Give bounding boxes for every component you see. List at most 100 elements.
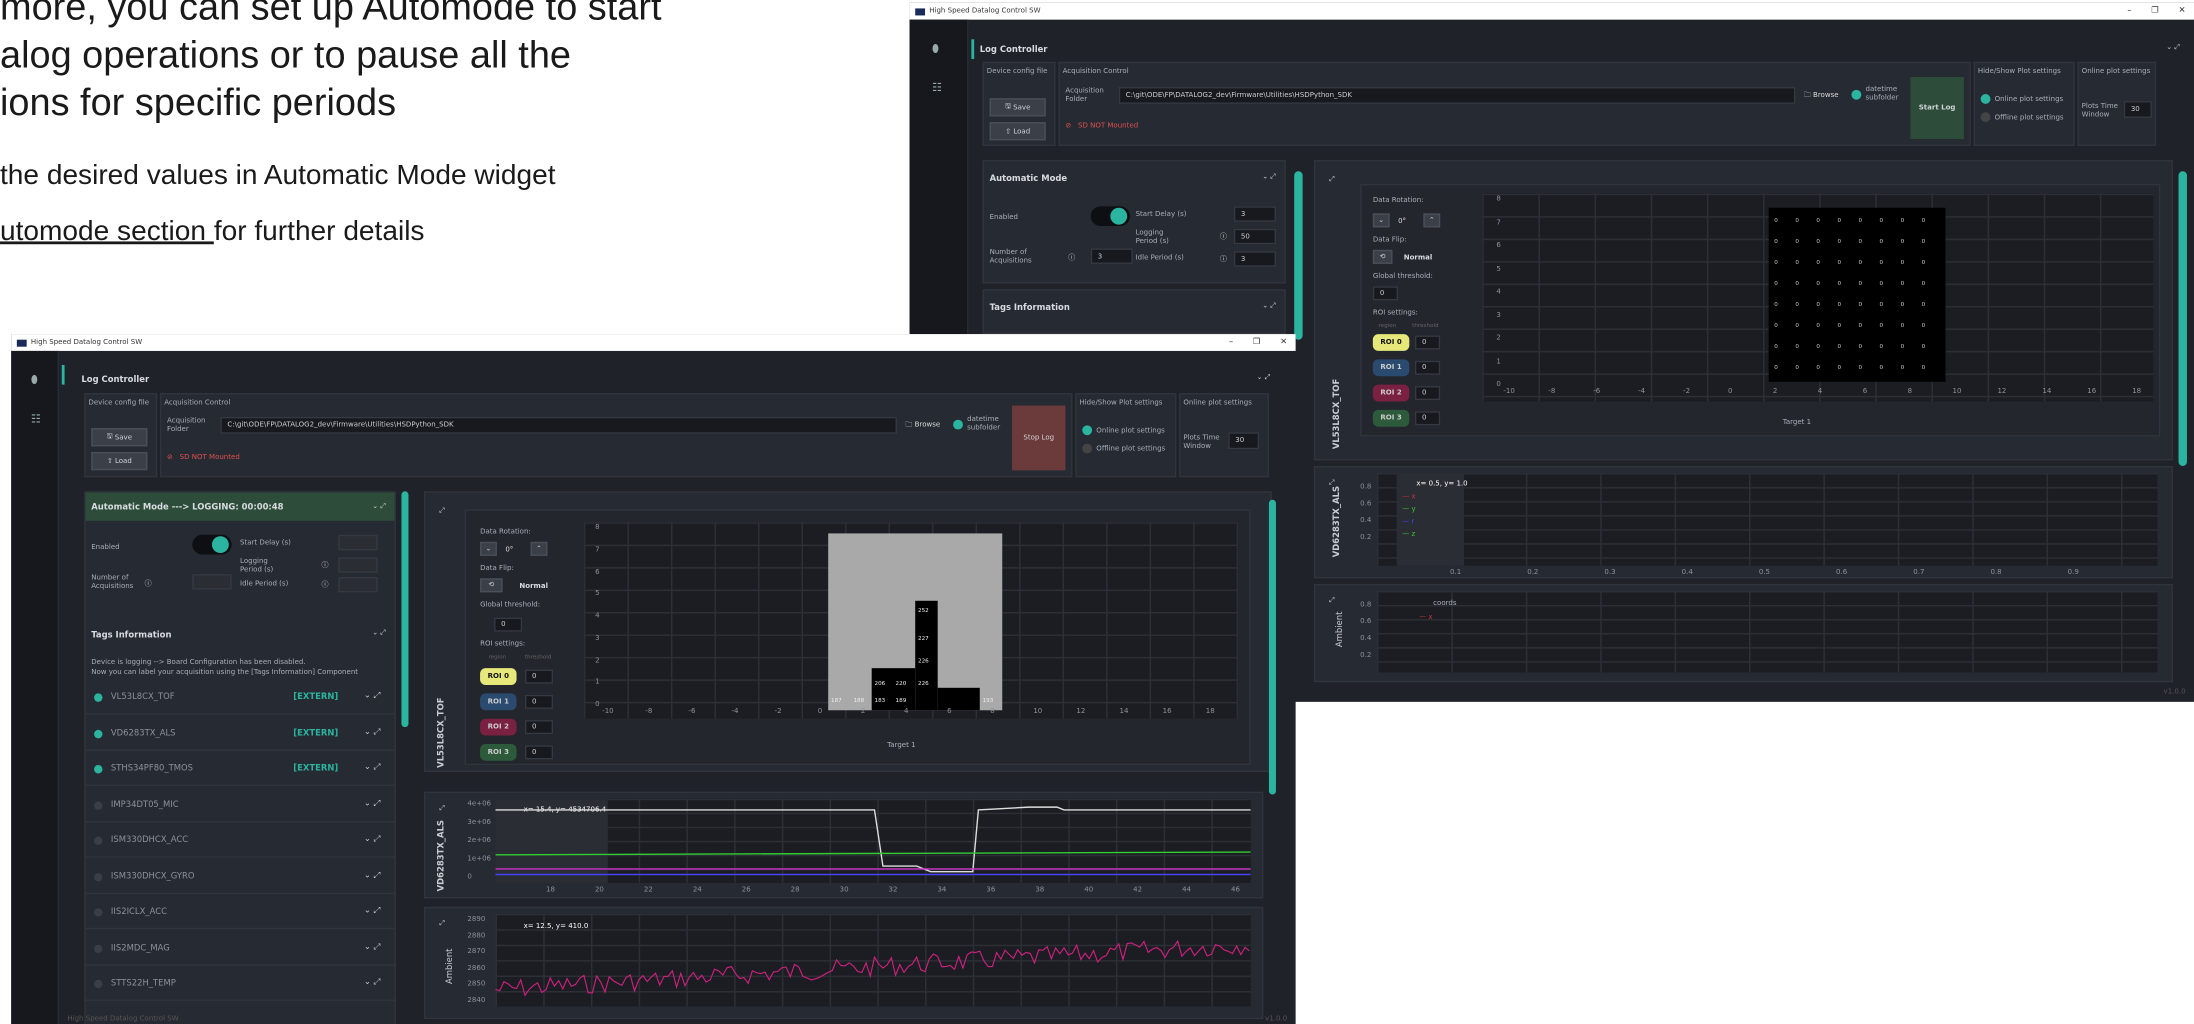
save-button[interactable]: 🖫 Save — [989, 98, 1046, 117]
threshold-header: threshold — [524, 652, 552, 660]
left-scrollbar[interactable] — [401, 491, 409, 728]
ambient-label: Ambient — [1334, 611, 1345, 648]
collapse-expand-icon[interactable]: ⌄ ⤢ — [2166, 44, 2180, 52]
rotate-up-button[interactable]: ⌃ — [530, 541, 548, 556]
tag-row[interactable]: VL53L8CX_TOF [EXTERN] ⌄ ⤢ — [85, 681, 395, 715]
data-flip-label: Data Flip: — [1372, 235, 1407, 245]
roi-3-threshold[interactable]: 0 — [524, 745, 554, 760]
offline-plot-radio[interactable] — [1082, 443, 1093, 454]
online-plot-radio[interactable] — [1082, 425, 1093, 436]
tag-row[interactable]: STHS34PF80_TMOS [EXTERN] ⌄ ⤢ — [85, 752, 395, 787]
stop-log-button[interactable]: Stop Log — [1012, 405, 1066, 471]
y-tick: 0.8 — [1360, 482, 1372, 492]
global-threshold-input[interactable]: 0 — [494, 617, 523, 632]
roi-3-button[interactable]: ROI 3 — [480, 743, 517, 761]
tags-collapse-icon[interactable]: ⌄ ⤢ — [1262, 302, 1276, 310]
plots-time-input[interactable]: 30 — [2123, 101, 2152, 118]
expand-icon[interactable]: ⤢ — [439, 919, 445, 927]
save-button[interactable]: 🖫 Save — [91, 428, 148, 447]
x-tick: 26 — [741, 885, 751, 895]
tag-controls-icon[interactable]: ⌄ ⤢ — [364, 834, 380, 845]
expand-icon[interactable]: ⤢ — [439, 507, 445, 515]
roi-1-button[interactable]: ROI 1 — [480, 693, 517, 711]
roi-0-threshold[interactable]: 0 — [524, 669, 554, 684]
roi-2-threshold[interactable]: 0 — [1414, 386, 1441, 401]
roi-3-button[interactable]: ROI 3 — [1372, 409, 1410, 427]
browse-button[interactable]: 🗀 Browse — [1804, 91, 1839, 102]
load-button[interactable]: ⇧ Load — [989, 122, 1046, 141]
tag-row[interactable]: IIS2ICLX_ACC ⌄ ⤢ — [85, 896, 395, 930]
offline-plot-radio[interactable] — [1980, 112, 1991, 123]
automode-collapse-icon[interactable]: ⌄ ⤢ — [372, 503, 386, 511]
roi-0-button[interactable]: ROI 0 — [480, 668, 517, 686]
tag-row[interactable]: VD6283TX_ALS [EXTERN] ⌄ ⤢ — [85, 717, 395, 751]
flip-button[interactable]: ⟲ — [480, 578, 503, 593]
tag-controls-icon[interactable]: ⌄ ⤢ — [364, 762, 380, 773]
browse-button[interactable]: 🗀 Browse — [905, 421, 940, 432]
datetime-subfolder-toggle[interactable] — [953, 419, 963, 430]
online-plot-radio[interactable] — [1980, 94, 1991, 104]
roi-2-threshold[interactable]: 0 — [524, 720, 554, 735]
expand-icon[interactable]: ⤢ — [1329, 597, 1335, 605]
tag-controls-icon[interactable]: ⌄ ⤢ — [364, 941, 380, 952]
sensor-icon[interactable]: ⬮ — [31, 373, 38, 387]
global-threshold-input[interactable]: 0 — [1372, 286, 1399, 301]
expand-icon[interactable]: ⤢ — [439, 804, 445, 812]
right-scrollbar[interactable] — [1268, 499, 1276, 795]
data-flip-label: Data Flip: — [480, 564, 514, 573]
tag-controls-icon[interactable]: ⌄ ⤢ — [364, 691, 380, 702]
tag-controls-icon[interactable]: ⌄ ⤢ — [364, 870, 380, 881]
sensor-icon[interactable]: ⬮ — [932, 42, 939, 56]
roi-0-button[interactable]: ROI 0 — [1372, 334, 1410, 351]
tag-row[interactable]: ISM330DHCX_ACC ⌄ ⤢ — [85, 824, 395, 858]
tag-controls-icon[interactable]: ⌄ ⤢ — [364, 798, 380, 809]
tag-row[interactable]: STTS22H_TEMP ⌄ ⤢ — [85, 967, 395, 1001]
tag-row[interactable]: IIS2MDC_MAG ⌄ ⤢ — [85, 931, 395, 966]
roi-3-threshold[interactable]: 0 — [1414, 411, 1441, 426]
tags-collapse-icon[interactable]: ⌄ ⤢ — [372, 629, 386, 637]
tag-row[interactable]: IMP34DT05_MIC ⌄ ⤢ — [85, 788, 395, 822]
tag-controls-icon[interactable]: ⌄ ⤢ — [364, 905, 380, 916]
expand-icon[interactable]: ⤢ — [1329, 175, 1335, 183]
info-icon: ⓘ — [1068, 254, 1076, 263]
start-log-button[interactable]: Start Log — [1910, 77, 1964, 139]
idle-period-input[interactable]: 3 — [1233, 251, 1276, 267]
maximize-icon[interactable]: ❐ — [2151, 6, 2159, 16]
minimize-icon[interactable]: – — [2127, 6, 2131, 16]
left-scrollbar[interactable] — [1294, 171, 1303, 340]
automode-section-link[interactable]: utomode section — [0, 216, 214, 247]
roi-1-threshold[interactable]: 0 — [1414, 360, 1441, 375]
folder-path-field[interactable]: C:\git\ODE\FP\DATALOG2_dev\Firmware\Util… — [220, 416, 897, 434]
roi-2-button[interactable]: ROI 2 — [1372, 384, 1410, 402]
start-delay-input[interactable]: 3 — [1233, 206, 1276, 222]
rotate-down-button[interactable]: ⌄ — [1372, 213, 1390, 228]
plots-time-input[interactable]: 30 — [1228, 432, 1260, 450]
flip-button[interactable]: ⟲ — [1372, 249, 1393, 264]
datetime-subfolder-toggle[interactable] — [1851, 89, 1862, 100]
rotate-down-button[interactable]: ⌄ — [480, 541, 497, 556]
close-icon[interactable]: ✕ — [2178, 6, 2185, 16]
collapse-expand-icon[interactable]: ⌄ ⤢ — [1257, 373, 1271, 381]
settings-sliders-icon[interactable]: ☷ — [932, 81, 942, 94]
right-scrollbar[interactable] — [2178, 171, 2187, 467]
settings-sliders-icon[interactable]: ☷ — [31, 413, 41, 426]
num-acq-input[interactable]: 3 — [1090, 248, 1133, 264]
folder-path-field[interactable]: C:\git\ODE\FP\DATALOG2_dev\Firmware\Util… — [1118, 87, 1796, 104]
tag-controls-icon[interactable]: ⌄ ⤢ — [364, 977, 380, 988]
maximize-icon[interactable]: ❐ — [1253, 337, 1261, 347]
rotate-up-button[interactable]: ⌃ — [1423, 213, 1441, 228]
roi-1-button[interactable]: ROI 1 — [1372, 359, 1410, 377]
logging-period-input[interactable]: 50 — [1233, 228, 1276, 245]
minimize-icon[interactable]: – — [1229, 337, 1233, 347]
close-icon[interactable]: ✕ — [1280, 337, 1287, 347]
roi-2-button[interactable]: ROI 2 — [480, 718, 517, 736]
tag-status-dot — [94, 729, 103, 738]
tag-row[interactable]: ISM330DHCX_GYRO ⌄ ⤢ — [85, 860, 395, 894]
tag-controls-icon[interactable]: ⌄ ⤢ — [364, 726, 380, 737]
automode-toggle[interactable] — [192, 534, 232, 555]
roi-0-threshold[interactable]: 0 — [1414, 335, 1441, 350]
automode-toggle[interactable] — [1090, 206, 1130, 226]
roi-1-threshold[interactable]: 0 — [524, 694, 554, 709]
load-button[interactable]: ⇧ Load — [91, 451, 148, 471]
automode-collapse-icon[interactable]: ⌄ ⤢ — [1262, 173, 1276, 181]
